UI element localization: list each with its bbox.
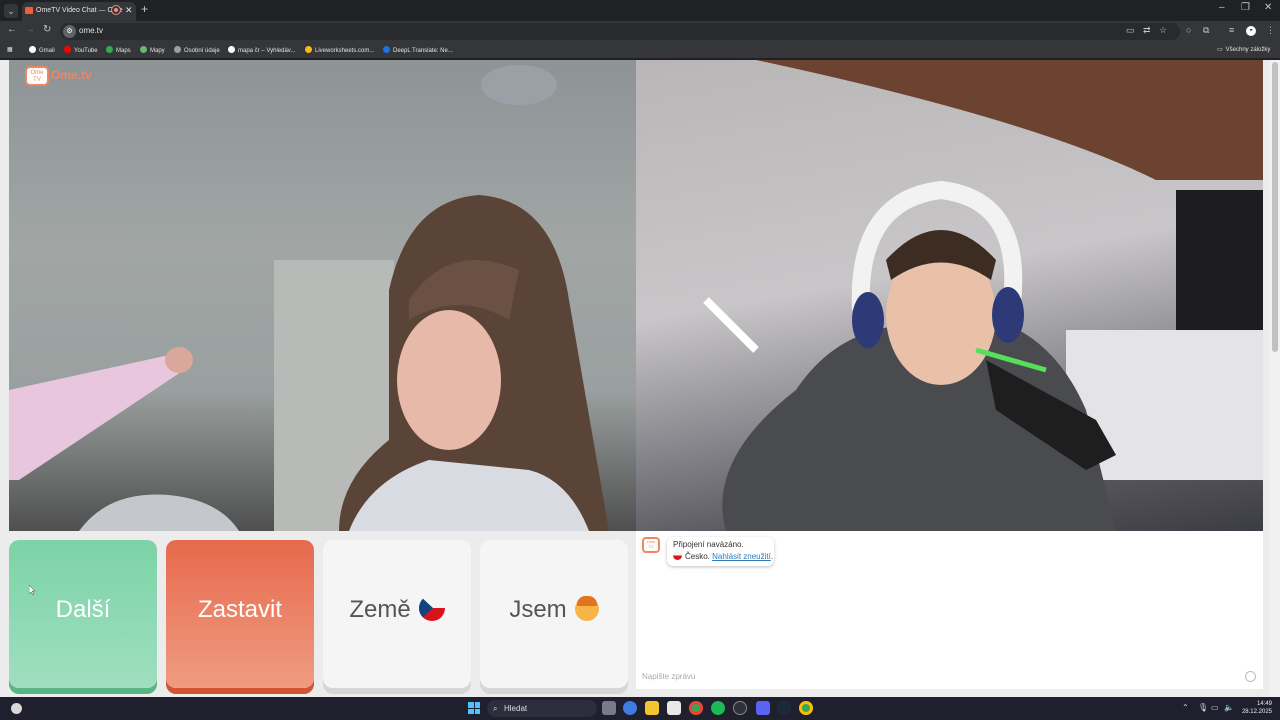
- country-button[interactable]: Země: [323, 540, 471, 688]
- ometv-logo-icon: Ome TV: [25, 66, 49, 86]
- minimize-icon[interactable]: –: [1219, 2, 1225, 13]
- maps-icon: [106, 46, 113, 53]
- windows-taskbar: ⌕ Hledat ⌃ 🎙 ▭ 🔈 14:49 28.12.2025: [0, 697, 1280, 720]
- tray-chevron-icon[interactable]: ⌃: [1182, 703, 1189, 712]
- all-bookmarks[interactable]: ▭ Všechny záložky: [1217, 46, 1270, 53]
- maximize-icon[interactable]: ❐: [1241, 2, 1250, 13]
- file-explorer-icon[interactable]: [645, 701, 659, 715]
- back-icon[interactable]: ←: [7, 24, 17, 35]
- report-abuse-link[interactable]: Nahlásit zneužití: [712, 552, 771, 561]
- tab-title: OmeTV Video Chat — Ome: [36, 7, 123, 14]
- self-video: [636, 60, 1263, 531]
- gmail-icon: [29, 46, 36, 53]
- tab-active[interactable]: OmeTV Video Chat — Ome ✕: [22, 2, 136, 21]
- chrome-icon[interactable]: [689, 701, 703, 715]
- scroll-thumb[interactable]: [1272, 62, 1278, 352]
- partner-country: Česko. Nahlásit zneužití.: [673, 551, 773, 561]
- browser-toolbar: ← → ↻ ⚙ ome.tv ▭ ⇄ ☆ ○ ⧉ ≡ ◓ ⋮: [0, 21, 1280, 42]
- chrome-profile-icon[interactable]: [799, 701, 813, 715]
- youtube-icon: [64, 46, 71, 53]
- microphone-icon[interactable]: 🎙: [1198, 703, 1208, 712]
- ometv-page: Ome TV Ome.tv Další Zastavit Země Jsem O…: [0, 60, 1280, 697]
- system-message: Připojení navázáno. Česko. Nahlásit zneu…: [667, 537, 774, 566]
- apps-grid-icon[interactable]: ▦: [7, 46, 13, 53]
- extensions-icon[interactable]: ⧉: [1203, 25, 1209, 36]
- ometv-favicon-icon: [25, 7, 33, 14]
- site-info-icon[interactable]: ⚙: [63, 25, 76, 38]
- profile-dot-icon[interactable]: ○: [1186, 25, 1191, 35]
- start-button[interactable]: [468, 702, 480, 714]
- github-icon[interactable]: [733, 701, 747, 715]
- profile-avatar[interactable]: ◓: [1246, 26, 1256, 36]
- mouse-cursor-icon: [29, 585, 35, 595]
- next-button[interactable]: Další: [9, 540, 157, 688]
- bookmarks-bar: ▦ Gmail YouTube Maps Mapy Osobní údaje m…: [0, 42, 1280, 59]
- self-video-frame: [703, 60, 1263, 531]
- network-icon[interactable]: ▭: [1211, 703, 1219, 712]
- taskbar-clock[interactable]: 14:49 28.12.2025: [1240, 700, 1272, 716]
- bookmark-star-icon[interactable]: ☆: [1159, 25, 1167, 36]
- forward-icon[interactable]: →: [25, 24, 35, 35]
- czech-flag-icon: [418, 595, 445, 621]
- recording-icon: [112, 6, 120, 14]
- clock-date: 28.12.2025: [1241, 709, 1272, 715]
- bookmark-mapy[interactable]: Mapy: [140, 46, 165, 54]
- chat-panel: Ome TV Připojení navázáno. Česko. Nahlás…: [636, 531, 1263, 689]
- liveworksheets-icon: [305, 46, 312, 53]
- deepl-icon: [383, 46, 390, 53]
- volume-icon[interactable]: 🔈: [1224, 703, 1234, 712]
- discord-icon[interactable]: [756, 701, 770, 715]
- task-view-icon[interactable]: [602, 701, 616, 715]
- page-icon: [174, 46, 181, 53]
- url-text: ome.tv: [79, 26, 104, 35]
- stranger-video-frame: [9, 65, 609, 531]
- message-input[interactable]: Napište zprávu: [642, 672, 695, 681]
- boy-face-icon: [574, 596, 599, 621]
- tab-search-icon[interactable]: ⌄: [4, 4, 18, 18]
- menu-kebab-icon[interactable]: ⋮: [1266, 25, 1275, 36]
- emoji-icon[interactable]: [1245, 671, 1256, 682]
- stranger-video: Ome TV Ome.tv: [9, 60, 636, 531]
- mapy-icon: [140, 46, 147, 53]
- connection-status: Připojení navázáno.: [673, 540, 744, 549]
- bookmark-youtube[interactable]: YouTube: [64, 46, 98, 54]
- search-icon: ⌕: [493, 704, 498, 713]
- tab-close-icon[interactable]: ✕: [125, 2, 133, 19]
- translate-icon[interactable]: ⇄: [1143, 25, 1151, 36]
- window-close-icon[interactable]: ✕: [1264, 2, 1272, 13]
- steam-icon[interactable]: [777, 701, 791, 715]
- bookmark-personal-data[interactable]: Osobní údaje: [174, 46, 220, 54]
- bookmark-deepl[interactable]: DeepL Translate: Ne...: [383, 46, 453, 54]
- page-scrollbar[interactable]: [1270, 60, 1280, 697]
- tab-strip: ⌄ OmeTV Video Chat — Ome ✕ + – ❐ ✕: [0, 0, 1280, 21]
- reload-icon[interactable]: ↻: [43, 24, 51, 35]
- media-icon[interactable]: ≡: [1229, 25, 1234, 35]
- stop-button[interactable]: Zastavit: [166, 540, 314, 688]
- czech-flag-icon: [673, 551, 682, 560]
- gender-button[interactable]: Jsem: [480, 540, 628, 688]
- ometv-avatar-icon: Ome TV: [642, 537, 660, 553]
- spotify-icon[interactable]: [711, 701, 725, 715]
- folder-icon: ▭: [1217, 47, 1223, 53]
- bookmark-liveworksheets[interactable]: Liveworksheets.com...: [305, 46, 374, 54]
- bookmark-gmail[interactable]: Gmail: [29, 46, 55, 54]
- bookmark-map-search[interactable]: mapa čr – Vyhledáv...: [228, 46, 295, 54]
- cast-icon[interactable]: ▭: [1126, 25, 1135, 36]
- weather-icon[interactable]: [11, 703, 22, 714]
- copilot-icon[interactable]: [623, 701, 637, 715]
- address-bar[interactable]: ⚙ ome.tv ▭ ⇄ ☆: [60, 23, 1180, 40]
- bookmark-maps[interactable]: Maps: [106, 46, 131, 54]
- logo-text: Ome.tv: [51, 68, 92, 82]
- taskbar-search[interactable]: ⌕ Hledat: [487, 700, 597, 717]
- clock-time: 14:49: [1256, 701, 1272, 707]
- notepad-icon[interactable]: [667, 701, 681, 715]
- new-tab-button[interactable]: +: [141, 2, 148, 16]
- google-icon: [228, 46, 235, 53]
